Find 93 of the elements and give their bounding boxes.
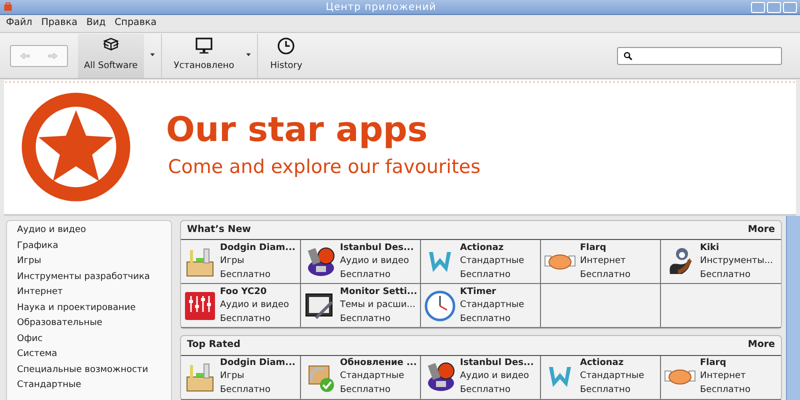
category-item[interactable]: Инструменты разработчика — [7, 270, 171, 285]
app-name: KTimer — [460, 286, 498, 298]
toolbox-icon — [184, 246, 216, 278]
app-name: Dodgin Diam... — [220, 356, 296, 370]
toolbar-tab[interactable]: Установлено — [168, 34, 240, 78]
app-tile[interactable]: Monitor Setti... Темы и расши... Бесплатно — [301, 284, 421, 328]
more-link[interactable]: More — [748, 223, 775, 238]
app-category: Игры — [220, 255, 246, 268]
toolbar-tab[interactable]: History — [264, 34, 308, 78]
category-item[interactable]: Игры — [7, 254, 171, 270]
app-price: Бесплатно — [220, 268, 272, 282]
app-price: Бесплатно — [580, 268, 630, 282]
app-price: Бесплатно — [220, 384, 272, 397]
app-tile[interactable]: Foo YC20 Аудио и видео Бесплатно — [181, 284, 301, 328]
app-name: Kiki — [700, 242, 720, 254]
app-tile[interactable]: Dodgin Diam... Игры Бесплатно — [181, 356, 301, 400]
app-tile[interactable]: Kiki Инструменты... Бесплатно — [661, 240, 781, 284]
app-tile[interactable]: KTimer Стандартные Бесплатно — [421, 284, 541, 328]
minimize-button[interactable] — [751, 2, 765, 12]
app-tile[interactable]: Actionaz Стандартные Бесплатно — [421, 240, 541, 284]
app-category: Инструменты... — [700, 255, 773, 268]
app-tile[interactable]: Istanbul Des... Аудио и видео Бесплатно — [421, 356, 541, 400]
app-price: Бесплатно — [220, 312, 272, 326]
back-arrow-icon — [18, 50, 32, 62]
banner-title: Our star apps — [166, 112, 429, 150]
app-name: Actionaz — [460, 242, 505, 254]
app-category: Аудио и видео — [460, 370, 530, 384]
app-category: Стандартные — [460, 299, 524, 312]
clock-icon — [424, 290, 456, 322]
category-item[interactable]: Наука и проектирование — [7, 300, 171, 316]
app-price: Бесплатно — [700, 268, 752, 282]
app-price: Бесплатно — [580, 384, 632, 397]
app-name: Monitor Setti... — [340, 286, 417, 298]
category-item[interactable]: Офис — [7, 332, 171, 347]
app-price: Бесплатно — [340, 384, 392, 397]
app-category: Интернет — [580, 255, 627, 268]
search-icon — [623, 50, 633, 60]
app-price: Бесплатно — [460, 312, 512, 326]
app-name: Обновление ... — [340, 356, 417, 370]
menu-item[interactable]: Файл — [6, 16, 32, 31]
forward-arrow-icon — [46, 50, 60, 62]
maximize-button[interactable] — [767, 2, 781, 12]
app-tile[interactable]: Dodgin Diam... Игры Бесплатно — [181, 240, 301, 284]
app-name: Actionaz — [580, 356, 625, 370]
app-name: Flarq — [700, 356, 728, 370]
app-category: Аудио и видео — [220, 299, 290, 312]
app-name: Flarq — [580, 242, 608, 254]
category-item[interactable]: Интернет — [7, 285, 171, 300]
menu-item[interactable]: Правка — [41, 16, 78, 31]
app-name: Foo YC20 — [220, 286, 268, 298]
section-title: What’s New — [187, 223, 251, 237]
mixer-icon — [184, 290, 216, 322]
scrollbar[interactable] — [786, 216, 800, 400]
window-title: Центр приложений — [324, 0, 438, 14]
category-item[interactable]: Стандартные — [7, 378, 171, 394]
toolbox-icon — [184, 361, 216, 393]
menu-item[interactable]: Вид — [86, 16, 106, 31]
app-price: Бесплатно — [460, 268, 512, 282]
app-name: Dodgin Diam... — [220, 242, 296, 254]
app-category: Стандартные — [340, 370, 406, 384]
close-button[interactable] — [783, 2, 797, 12]
app-category: Темы и расши... — [340, 299, 416, 312]
monitor-icon — [194, 36, 214, 56]
app-price: Бесплатно — [700, 384, 750, 397]
app-price: Бесплатно — [460, 384, 512, 397]
category-item[interactable]: Система — [7, 347, 171, 362]
category-item[interactable]: Образовательные — [7, 316, 171, 332]
app-price: Бесплатно — [340, 312, 392, 326]
app-category: Аудио и видео — [340, 255, 410, 268]
app-tile[interactable]: Flarq Интернет Бесплатно — [541, 240, 661, 284]
app-name: Istanbul Des... — [460, 356, 534, 370]
star-logo-icon — [20, 91, 132, 203]
section-title: Top Rated — [187, 338, 240, 352]
more-link[interactable]: More — [748, 338, 775, 352]
app-tile[interactable]: Actionaz Стандартные Бесплатно — [541, 356, 661, 400]
category-item[interactable]: Специальные возможности — [7, 362, 171, 378]
app-tile[interactable]: Обновление ... Стандартные Бесплатно — [301, 356, 421, 400]
search-field[interactable] — [617, 46, 782, 64]
menu-item[interactable]: Справка — [114, 16, 157, 31]
app-category: Интернет — [700, 370, 747, 384]
toolbar-tab[interactable]: All Software — [78, 34, 144, 78]
category-item[interactable]: Аудио и видео — [7, 223, 171, 238]
category-item[interactable]: Графика — [7, 238, 171, 254]
app-category: Стандартные — [580, 370, 644, 384]
app-tile[interactable]: Istanbul Des... Аудио и видео Бесплатно — [301, 240, 421, 284]
app-logo-icon — [3, 2, 13, 12]
app-tile[interactable]: Flarq Интернет Бесплатно — [661, 356, 781, 400]
app-category: Игры — [220, 370, 246, 384]
banner-subtitle: Come and explore our favourites — [168, 155, 480, 180]
app-category: Стандартные — [460, 255, 524, 268]
app-name: Istanbul Des... — [340, 242, 414, 254]
clock-icon — [276, 36, 296, 56]
app-price: Бесплатно — [340, 268, 392, 282]
